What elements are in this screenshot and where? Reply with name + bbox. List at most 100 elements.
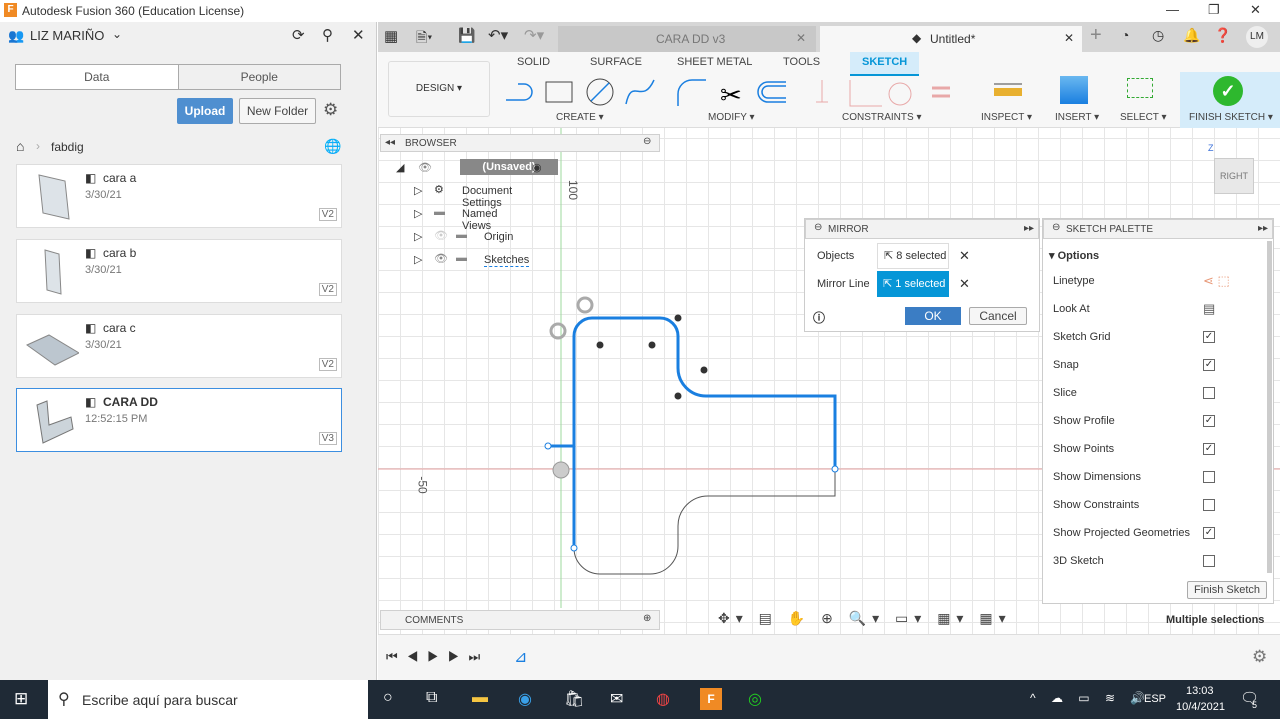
circle-tool-icon[interactable] [586,78,614,106]
fillet-tool-icon[interactable] [677,79,706,106]
rectangle-tool-icon[interactable] [545,81,573,103]
tab-sketch[interactable]: SKETCH [850,52,920,76]
upload-button[interactable]: Upload [177,98,233,124]
checkbox[interactable]: ✓ [1203,443,1215,455]
whatsapp-icon[interactable]: ◎ [748,689,762,709]
canvas-viewport[interactable]: 100 -50 ◂◂ BROWSER ⊖ ◢ 👁 (Unsaved) ◉ ▷ ⚙… [378,128,1280,634]
create-menu[interactable]: CREATE ▾ [556,112,604,123]
constraints-menu[interactable]: CONSTRAINTS ▾ [842,112,921,123]
palette-header[interactable]: ⊖ SKETCH PALETTE ▸▸ [1043,219,1273,239]
refresh-icon[interactable]: ⟳ [292,26,305,44]
cancel-button[interactable]: Cancel [969,307,1027,325]
ok-button[interactable]: OK [905,307,961,325]
offset-tool-icon[interactable] [757,81,786,103]
look-at-icon[interactable]: ▤ [1203,301,1215,317]
tab-surface[interactable]: SURFACE [590,56,642,68]
checkbox[interactable] [1203,471,1215,483]
undo-icon[interactable]: ↶▾ [488,26,508,44]
info-icon[interactable]: ⓘ [813,309,825,326]
tab-people[interactable]: People [177,65,340,89]
comments-panel[interactable]: COMMENTS ⊕ [380,610,660,630]
trim-scissors-icon[interactable]: ✂ [720,80,742,110]
store-icon[interactable]: 🛍 [564,689,584,709]
version-badge[interactable]: V3 [318,432,337,445]
language-indicator[interactable]: ESP [1144,693,1166,705]
redo-icon[interactable]: ↷▾ [524,26,544,44]
chrome-icon[interactable]: ◍ [656,689,670,709]
edge-icon[interactable]: ◉ [518,689,532,709]
tab-data[interactable]: Data [16,65,178,89]
objects-selector[interactable]: ⇱ 8 selected [877,243,949,269]
save-icon[interactable]: 💾 [458,27,475,44]
minimize-button[interactable]: — [1166,2,1179,17]
minimize-icon[interactable]: ⊖ [643,136,651,147]
inspect-menu[interactable]: INSPECT ▾ [981,112,1032,123]
browser-root[interactable]: (Unsaved) [460,159,558,175]
tree-item-origin[interactable]: Origin [484,231,513,243]
home-icon[interactable]: ⌂ [16,138,24,154]
timeline-settings-icon[interactable]: ⚙ [1252,647,1267,667]
tab-solid[interactable]: SOLID [517,56,550,68]
select-menu[interactable]: SELECT ▾ [1120,112,1167,123]
checkbox[interactable]: ✓ [1203,527,1215,539]
tree-item-document-settings[interactable]: Document Settings [462,185,512,209]
tree-item-named-views[interactable]: Named Views [462,208,497,232]
tree-item-sketches[interactable]: Sketches [484,254,530,267]
job-status-icon[interactable]: ◷ [1152,27,1164,44]
version-badge[interactable]: V2 [318,283,337,296]
navigation-bar[interactable]: ✥▾ ▤ ✋ ⊕ 🔍▾ ▭▾ ▦▾ ▦▾ [718,610,1012,627]
eye-hidden-icon[interactable]: 👁 [434,229,448,242]
viewcube[interactable]: RIGHT [1214,158,1254,194]
file-menu-icon[interactable]: 🗎▾ [416,27,432,51]
grid-menu-icon[interactable]: ▦ [384,27,398,45]
cortana-icon[interactable]: ○ [383,689,393,707]
version-badge[interactable]: V2 [318,358,337,371]
tab-sheet-metal[interactable]: SHEET METAL [677,56,752,68]
line-tool-icon[interactable] [506,83,533,101]
scrollbar[interactable] [1267,241,1272,573]
spline-tool-icon[interactable] [625,79,655,105]
user-hub[interactable]: LIZ MARIÑO [30,28,104,43]
insert-menu[interactable]: INSERT ▾ [1055,112,1099,123]
globe-icon[interactable]: 🌐 [324,138,341,155]
checkbox[interactable] [1203,555,1215,567]
checkbox[interactable]: ✓ [1203,331,1215,343]
task-view-icon[interactable]: ⧉ [426,689,437,707]
clear-objects-icon[interactable]: ✕ [959,248,970,264]
expand-icon[interactable]: ▸▸ [1258,223,1268,234]
timeline-sketch-icon[interactable]: ⊿ [514,647,527,667]
new-tab-icon[interactable]: + [1090,24,1102,47]
avatar[interactable]: LM [1246,26,1268,48]
search-icon[interactable]: ⚲ [322,26,333,44]
breadcrumb[interactable]: fabdig [51,140,84,154]
checkbox[interactable]: ✓ [1203,415,1215,427]
eye-icon[interactable]: 👁 [434,252,448,265]
mail-icon[interactable]: ✉ [610,689,623,709]
file-card[interactable]: ◧ cara c 3/30/21 V2 [16,314,342,378]
system-tray-icons[interactable]: ^ ☁ ▭ ≋ 🔊 [1030,691,1151,705]
finish-sketch-menu[interactable]: FINISH SKETCH ▾ [1189,112,1273,123]
mirror-header[interactable]: ⊖ MIRROR ▸▸ [805,219,1039,239]
close-tab-icon[interactable]: ✕ [1064,31,1074,45]
doc-tab-cara-dd[interactable]: CARA DD v3 ✕ [558,26,816,52]
close-button[interactable]: ✕ [1250,2,1261,18]
notifications-icon[interactable]: 🔔 [1183,27,1200,44]
chevron-down-icon[interactable]: ⌄ [112,27,122,41]
mirror-line-selector[interactable]: ⇱ 1 selected [877,271,949,297]
radio-icon[interactable]: ◉ [532,161,542,174]
linetype-icon[interactable]: ⋖ ⬚ [1203,273,1230,289]
taskbar-search[interactable]: ⚲ Escribe aquí para buscar [48,680,368,719]
measure-icon[interactable] [994,83,1022,96]
expand-icon[interactable]: ▷ [414,253,422,266]
insert-image-icon[interactable] [1060,76,1088,104]
version-badge[interactable]: V2 [318,208,337,221]
doc-tab-untitled[interactable]: ◆ Untitled* ✕ [820,26,1082,52]
constraint-icons[interactable] [816,80,950,107]
file-explorer-icon[interactable]: ▬ [472,689,488,707]
clock-date[interactable]: 10/4/2021 [1176,701,1225,713]
workspace-switcher[interactable]: DESIGN ▾ [388,61,490,117]
extensions-icon[interactable]: ◔ [1121,27,1129,43]
new-folder-button[interactable]: New Folder [239,98,316,124]
close-panel-icon[interactable]: ✕ [352,26,365,44]
finish-sketch-palette-button[interactable]: Finish Sketch [1187,581,1267,599]
